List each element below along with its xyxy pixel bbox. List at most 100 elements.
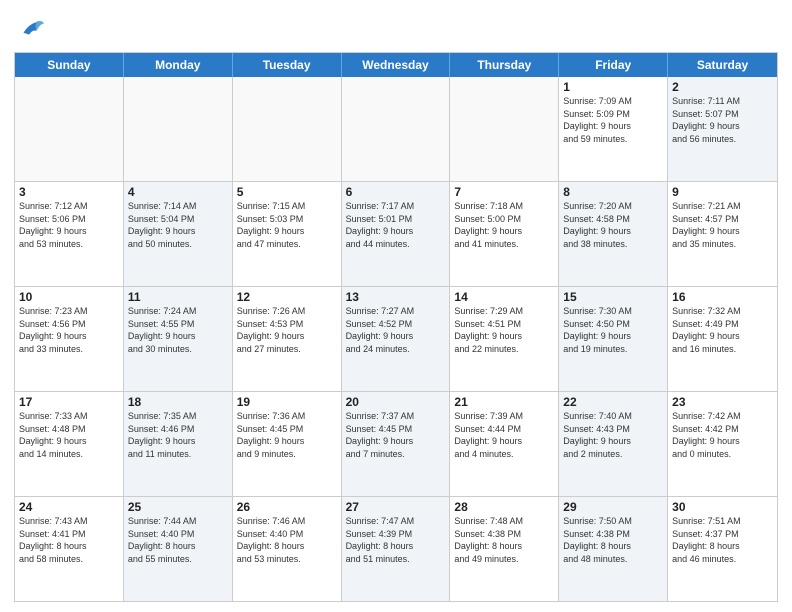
calendar-day-header: Saturday: [668, 53, 777, 77]
calendar-row: 17Sunrise: 7:33 AMSunset: 4:48 PMDayligh…: [15, 391, 777, 496]
calendar-cell: [15, 77, 124, 181]
day-number: 13: [346, 290, 446, 304]
day-info: Sunrise: 7:36 AMSunset: 4:45 PMDaylight:…: [237, 410, 337, 460]
day-number: 5: [237, 185, 337, 199]
day-number: 22: [563, 395, 663, 409]
day-number: 23: [672, 395, 773, 409]
day-info: Sunrise: 7:11 AMSunset: 5:07 PMDaylight:…: [672, 95, 773, 145]
day-number: 8: [563, 185, 663, 199]
day-number: 11: [128, 290, 228, 304]
calendar-body: 1Sunrise: 7:09 AMSunset: 5:09 PMDaylight…: [15, 77, 777, 601]
day-number: 16: [672, 290, 773, 304]
day-info: Sunrise: 7:46 AMSunset: 4:40 PMDaylight:…: [237, 515, 337, 565]
calendar-cell: [450, 77, 559, 181]
day-info: Sunrise: 7:42 AMSunset: 4:42 PMDaylight:…: [672, 410, 773, 460]
day-info: Sunrise: 7:47 AMSunset: 4:39 PMDaylight:…: [346, 515, 446, 565]
calendar-cell: 18Sunrise: 7:35 AMSunset: 4:46 PMDayligh…: [124, 392, 233, 496]
day-info: Sunrise: 7:43 AMSunset: 4:41 PMDaylight:…: [19, 515, 119, 565]
day-info: Sunrise: 7:48 AMSunset: 4:38 PMDaylight:…: [454, 515, 554, 565]
day-number: 28: [454, 500, 554, 514]
day-number: 25: [128, 500, 228, 514]
day-info: Sunrise: 7:40 AMSunset: 4:43 PMDaylight:…: [563, 410, 663, 460]
day-info: Sunrise: 7:33 AMSunset: 4:48 PMDaylight:…: [19, 410, 119, 460]
day-number: 27: [346, 500, 446, 514]
day-info: Sunrise: 7:44 AMSunset: 4:40 PMDaylight:…: [128, 515, 228, 565]
day-number: 21: [454, 395, 554, 409]
calendar-cell: 12Sunrise: 7:26 AMSunset: 4:53 PMDayligh…: [233, 287, 342, 391]
day-info: Sunrise: 7:35 AMSunset: 4:46 PMDaylight:…: [128, 410, 228, 460]
calendar-cell: 5Sunrise: 7:15 AMSunset: 5:03 PMDaylight…: [233, 182, 342, 286]
calendar-cell: 2Sunrise: 7:11 AMSunset: 5:07 PMDaylight…: [668, 77, 777, 181]
day-info: Sunrise: 7:51 AMSunset: 4:37 PMDaylight:…: [672, 515, 773, 565]
day-number: 26: [237, 500, 337, 514]
day-number: 10: [19, 290, 119, 304]
day-info: Sunrise: 7:26 AMSunset: 4:53 PMDaylight:…: [237, 305, 337, 355]
calendar-day-header: Thursday: [450, 53, 559, 77]
calendar-day-header: Wednesday: [342, 53, 451, 77]
day-number: 1: [563, 80, 663, 94]
day-number: 29: [563, 500, 663, 514]
calendar-cell: 24Sunrise: 7:43 AMSunset: 4:41 PMDayligh…: [15, 497, 124, 601]
calendar-row: 10Sunrise: 7:23 AMSunset: 4:56 PMDayligh…: [15, 286, 777, 391]
day-number: 7: [454, 185, 554, 199]
day-info: Sunrise: 7:14 AMSunset: 5:04 PMDaylight:…: [128, 200, 228, 250]
calendar-cell: 11Sunrise: 7:24 AMSunset: 4:55 PMDayligh…: [124, 287, 233, 391]
day-number: 20: [346, 395, 446, 409]
calendar-cell: 9Sunrise: 7:21 AMSunset: 4:57 PMDaylight…: [668, 182, 777, 286]
day-info: Sunrise: 7:32 AMSunset: 4:49 PMDaylight:…: [672, 305, 773, 355]
calendar-cell: 25Sunrise: 7:44 AMSunset: 4:40 PMDayligh…: [124, 497, 233, 601]
calendar-day-header: Tuesday: [233, 53, 342, 77]
day-info: Sunrise: 7:29 AMSunset: 4:51 PMDaylight:…: [454, 305, 554, 355]
calendar-row: 24Sunrise: 7:43 AMSunset: 4:41 PMDayligh…: [15, 496, 777, 601]
calendar-cell: 17Sunrise: 7:33 AMSunset: 4:48 PMDayligh…: [15, 392, 124, 496]
day-number: 3: [19, 185, 119, 199]
calendar-cell: 27Sunrise: 7:47 AMSunset: 4:39 PMDayligh…: [342, 497, 451, 601]
calendar-cell: 26Sunrise: 7:46 AMSunset: 4:40 PMDayligh…: [233, 497, 342, 601]
day-number: 24: [19, 500, 119, 514]
calendar-cell: 6Sunrise: 7:17 AMSunset: 5:01 PMDaylight…: [342, 182, 451, 286]
calendar-cell: 10Sunrise: 7:23 AMSunset: 4:56 PMDayligh…: [15, 287, 124, 391]
calendar-cell: 16Sunrise: 7:32 AMSunset: 4:49 PMDayligh…: [668, 287, 777, 391]
day-info: Sunrise: 7:12 AMSunset: 5:06 PMDaylight:…: [19, 200, 119, 250]
day-number: 19: [237, 395, 337, 409]
calendar-cell: 28Sunrise: 7:48 AMSunset: 4:38 PMDayligh…: [450, 497, 559, 601]
calendar-cell: 3Sunrise: 7:12 AMSunset: 5:06 PMDaylight…: [15, 182, 124, 286]
calendar-cell: [233, 77, 342, 181]
calendar-cell: 15Sunrise: 7:30 AMSunset: 4:50 PMDayligh…: [559, 287, 668, 391]
calendar-cell: 19Sunrise: 7:36 AMSunset: 4:45 PMDayligh…: [233, 392, 342, 496]
page: SundayMondayTuesdayWednesdayThursdayFrid…: [0, 0, 792, 612]
day-info: Sunrise: 7:50 AMSunset: 4:38 PMDaylight:…: [563, 515, 663, 565]
calendar-cell: 20Sunrise: 7:37 AMSunset: 4:45 PMDayligh…: [342, 392, 451, 496]
calendar-day-header: Friday: [559, 53, 668, 77]
calendar-cell: 22Sunrise: 7:40 AMSunset: 4:43 PMDayligh…: [559, 392, 668, 496]
day-info: Sunrise: 7:20 AMSunset: 4:58 PMDaylight:…: [563, 200, 663, 250]
calendar-cell: 29Sunrise: 7:50 AMSunset: 4:38 PMDayligh…: [559, 497, 668, 601]
calendar-cell: 4Sunrise: 7:14 AMSunset: 5:04 PMDaylight…: [124, 182, 233, 286]
day-info: Sunrise: 7:30 AMSunset: 4:50 PMDaylight:…: [563, 305, 663, 355]
day-info: Sunrise: 7:23 AMSunset: 4:56 PMDaylight:…: [19, 305, 119, 355]
calendar-header: SundayMondayTuesdayWednesdayThursdayFrid…: [15, 53, 777, 77]
calendar-day-header: Monday: [124, 53, 233, 77]
day-info: Sunrise: 7:09 AMSunset: 5:09 PMDaylight:…: [563, 95, 663, 145]
calendar-cell: [342, 77, 451, 181]
day-number: 9: [672, 185, 773, 199]
header: [14, 12, 778, 44]
day-info: Sunrise: 7:24 AMSunset: 4:55 PMDaylight:…: [128, 305, 228, 355]
day-number: 17: [19, 395, 119, 409]
day-info: Sunrise: 7:15 AMSunset: 5:03 PMDaylight:…: [237, 200, 337, 250]
day-info: Sunrise: 7:37 AMSunset: 4:45 PMDaylight:…: [346, 410, 446, 460]
day-number: 6: [346, 185, 446, 199]
calendar: SundayMondayTuesdayWednesdayThursdayFrid…: [14, 52, 778, 602]
calendar-day-header: Sunday: [15, 53, 124, 77]
calendar-cell: 8Sunrise: 7:20 AMSunset: 4:58 PMDaylight…: [559, 182, 668, 286]
logo: [14, 16, 44, 44]
calendar-cell: 30Sunrise: 7:51 AMSunset: 4:37 PMDayligh…: [668, 497, 777, 601]
day-number: 30: [672, 500, 773, 514]
calendar-row: 3Sunrise: 7:12 AMSunset: 5:06 PMDaylight…: [15, 181, 777, 286]
calendar-row: 1Sunrise: 7:09 AMSunset: 5:09 PMDaylight…: [15, 77, 777, 181]
day-number: 4: [128, 185, 228, 199]
day-info: Sunrise: 7:17 AMSunset: 5:01 PMDaylight:…: [346, 200, 446, 250]
day-number: 18: [128, 395, 228, 409]
calendar-cell: 23Sunrise: 7:42 AMSunset: 4:42 PMDayligh…: [668, 392, 777, 496]
calendar-cell: 7Sunrise: 7:18 AMSunset: 5:00 PMDaylight…: [450, 182, 559, 286]
